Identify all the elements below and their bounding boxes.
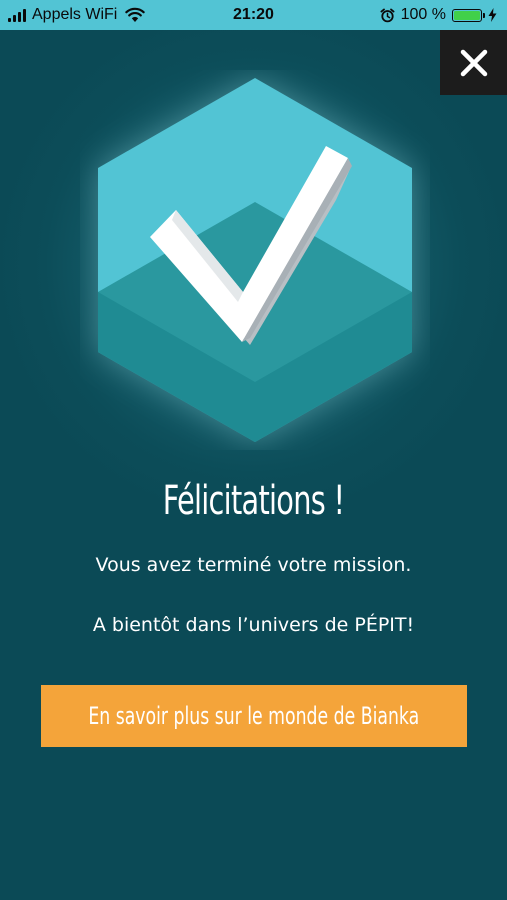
mission-complete-text: Vous avez terminé votre mission. xyxy=(95,554,412,576)
alarm-icon xyxy=(380,8,395,22)
status-bar: Appels WiFi 21:20 100 % xyxy=(0,0,507,30)
badge-illustration xyxy=(98,78,412,442)
close-button[interactable] xyxy=(440,30,507,95)
battery-percent: 100 % xyxy=(400,6,446,23)
battery-icon xyxy=(452,8,485,22)
status-right: 100 % xyxy=(380,6,497,24)
completion-screen: Appels WiFi 21:20 100 % Félicitations ! … xyxy=(0,0,507,900)
learn-more-label: En savoir plus sur le monde de Bianka xyxy=(88,702,420,730)
learn-more-button[interactable]: En savoir plus sur le monde de Bianka xyxy=(41,685,467,747)
hexagon-icon xyxy=(98,78,412,442)
congratulations-title: Félicitations ! xyxy=(162,478,345,524)
charging-bolt-icon xyxy=(488,8,497,22)
close-icon xyxy=(460,49,487,76)
farewell-text: A bientôt dans l’univers de PÉPIT! xyxy=(92,614,415,636)
